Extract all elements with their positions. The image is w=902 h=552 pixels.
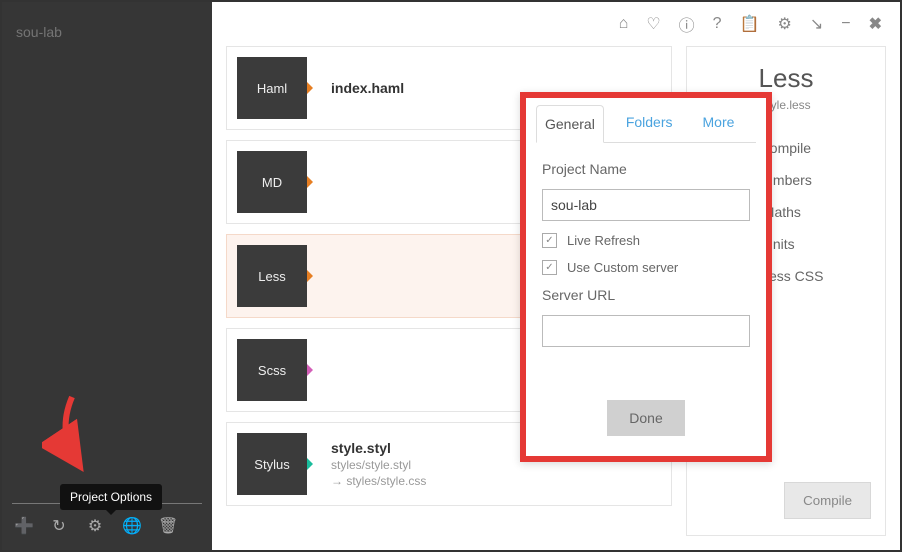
custom-server-label: Use Custom server xyxy=(567,260,678,275)
globe-icon[interactable]: 🌐 xyxy=(122,516,140,536)
sidebar-dimmer xyxy=(2,2,212,550)
checkbox-live-refresh[interactable]: ✓ xyxy=(542,233,557,248)
sidebar: sou-lab Project Options ➕ ↻ ⚙ 🌐 🗑 xyxy=(2,2,212,550)
gear-icon[interactable]: ⚙ xyxy=(778,14,792,34)
live-refresh-label: Live Refresh xyxy=(567,233,640,248)
file-badge: Stylus xyxy=(237,433,307,495)
file-badge: Scss xyxy=(237,339,307,401)
file-badge: Haml xyxy=(237,57,307,119)
panel-title: Less xyxy=(701,63,871,94)
file-badge: Less xyxy=(237,245,307,307)
compile-button[interactable]: Compile xyxy=(784,482,871,519)
clipboard-icon[interactable]: 📋 xyxy=(740,14,760,34)
info-icon[interactable]: ⓘ xyxy=(679,12,695,36)
gear-icon[interactable]: ⚙ xyxy=(86,516,104,536)
trash-icon[interactable]: 🗑 xyxy=(158,516,176,536)
project-settings-dialog: General Folders More Project Name ✓ Live … xyxy=(520,92,772,462)
home-icon[interactable]: ⌂ xyxy=(619,15,629,33)
plus-icon[interactable]: ➕ xyxy=(14,516,32,536)
server-url-input[interactable] xyxy=(542,315,750,347)
done-button[interactable]: Done xyxy=(607,400,684,436)
close-icon[interactable]: ✖ xyxy=(869,14,882,34)
main-area: ⌂ ♡ ⓘ ? 📋 ⚙ ↘ − ✖ Haml index.haml MD xyxy=(212,2,900,550)
tab-more[interactable]: More xyxy=(695,104,743,142)
topbar: ⌂ ♡ ⓘ ? 📋 ⚙ ↘ − ✖ xyxy=(212,2,900,46)
tab-folders[interactable]: Folders xyxy=(618,104,681,142)
minimize-icon[interactable]: − xyxy=(841,15,850,33)
tab-general[interactable]: General xyxy=(536,105,604,143)
checkbox-custom-server[interactable]: ✓ xyxy=(542,260,557,275)
server-url-label: Server URL xyxy=(542,287,750,303)
help-icon[interactable]: ? xyxy=(713,15,722,33)
tooltip-project-options: Project Options xyxy=(60,484,162,510)
expand-arrow-icon[interactable]: ↘ xyxy=(810,14,823,34)
project-name-label: Project Name xyxy=(542,161,750,177)
project-name-input[interactable] xyxy=(542,189,750,221)
refresh-icon[interactable]: ↻ xyxy=(50,516,68,536)
file-output: → styles/style.css xyxy=(331,474,657,488)
heart-icon[interactable]: ♡ xyxy=(646,14,660,34)
file-badge: MD xyxy=(237,151,307,213)
dialog-tabs: General Folders More xyxy=(526,98,766,142)
